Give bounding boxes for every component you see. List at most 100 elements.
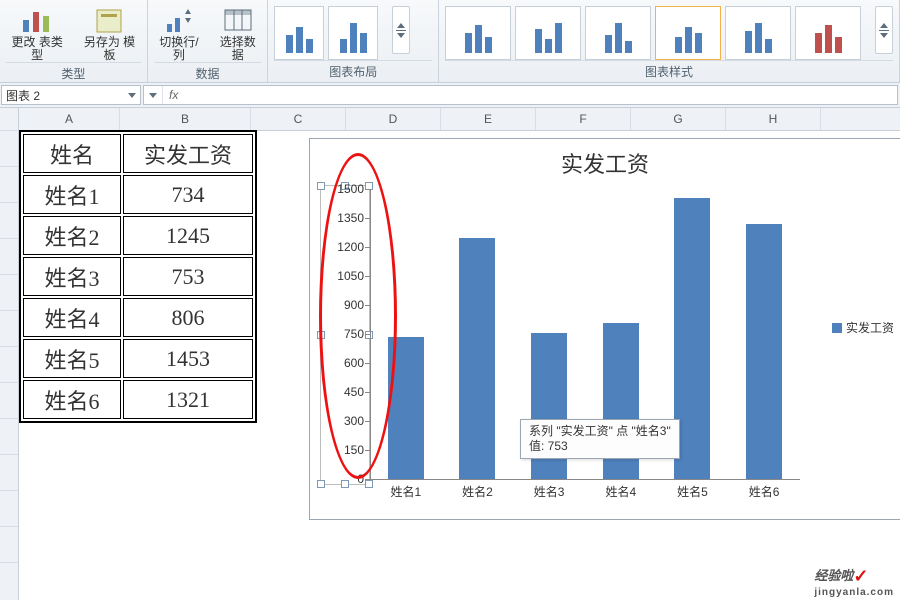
- table-row: 姓名51453: [23, 339, 253, 378]
- x-tick-label: 姓名2: [462, 483, 493, 500]
- y-tick-mark: [365, 334, 370, 335]
- col-G[interactable]: G: [631, 108, 726, 130]
- data-table[interactable]: 姓名实发工资 姓名1734 姓名21245 姓名3753 姓名4806 姓名51…: [19, 130, 257, 423]
- style-option[interactable]: [445, 6, 511, 60]
- style-option[interactable]: [515, 6, 581, 60]
- chart-tooltip: 系列 "实发工资" 点 "姓名3" 值: 753: [520, 419, 680, 459]
- style-option[interactable]: [795, 6, 861, 60]
- chart-y-axis[interactable]: 01503004506007509001050120013501500: [322, 189, 368, 479]
- y-tick-label: 1350: [337, 211, 364, 225]
- formula-bar: 图表 2 fx: [0, 83, 900, 108]
- x-tick-label: 姓名5: [677, 483, 708, 500]
- y-tick-mark: [365, 392, 370, 393]
- change-chart-type-button[interactable]: 更改 表类型: [6, 2, 68, 62]
- table-row: 姓名61321: [23, 380, 253, 419]
- y-tick-mark: [365, 421, 370, 422]
- col-C[interactable]: C: [251, 108, 346, 130]
- y-tick-mark: [365, 247, 370, 248]
- y-tick-label: 300: [344, 414, 364, 428]
- y-tick-label: 0: [357, 472, 364, 486]
- group-title-data: 数据: [154, 62, 262, 85]
- x-tick-label: 姓名4: [605, 483, 636, 500]
- embedded-chart[interactable]: 实发工资 01503004506007509001050120013501500…: [309, 138, 900, 520]
- layout-option[interactable]: [328, 6, 378, 60]
- group-title-layout: 图表布局: [274, 60, 432, 83]
- table-row: 姓名1734: [23, 175, 253, 214]
- y-tick-label: 1050: [337, 269, 364, 283]
- change-chart-type-label: 更改 表类型: [6, 36, 68, 62]
- chart-bar[interactable]: [459, 238, 495, 479]
- switch-row-col-icon: [163, 6, 195, 34]
- style-option[interactable]: [585, 6, 651, 60]
- col-B[interactable]: B: [120, 108, 251, 130]
- worksheet-area: A B C D E F G H 姓名实发工资 姓名1734 姓名21245 姓名…: [0, 108, 900, 600]
- fx-label: fx: [163, 88, 184, 102]
- ribbon-group-layout: 图表布局: [268, 0, 439, 82]
- col-H[interactable]: H: [726, 108, 821, 130]
- formula-expand-icon[interactable]: [144, 86, 163, 104]
- layout-option[interactable]: [274, 6, 324, 60]
- y-tick-label: 750: [344, 327, 364, 341]
- col-E[interactable]: E: [441, 108, 536, 130]
- select-data-button[interactable]: 选择数据: [214, 2, 261, 62]
- chevron-down-icon[interactable]: [128, 93, 136, 98]
- switch-row-col-label: 切换行/列: [154, 36, 205, 62]
- x-tick-label: 姓名6: [749, 483, 780, 500]
- x-tick-label: 姓名3: [534, 483, 565, 500]
- ribbon-group-data: 切换行/列 选择数据 数据: [148, 0, 269, 82]
- table-row: 姓名4806: [23, 298, 253, 337]
- style-gallery[interactable]: [445, 2, 861, 60]
- name-box-value: 图表 2: [6, 87, 40, 104]
- watermark: 经验啦✓ jingyanla.com: [814, 565, 894, 598]
- y-tick-mark: [365, 450, 370, 451]
- formula-input-area[interactable]: fx: [143, 85, 898, 105]
- group-title-style: 图表样式: [445, 60, 893, 83]
- select-data-icon: [222, 6, 254, 34]
- chart-bar[interactable]: [746, 224, 782, 479]
- switch-row-col-button[interactable]: 切换行/列: [154, 2, 205, 62]
- ribbon: 更改 表类型 另存为 模板 类型 切换行/列 选择数据 数据: [0, 0, 900, 83]
- save-template-icon: [93, 6, 125, 34]
- style-gallery-expander[interactable]: [875, 6, 893, 54]
- column-headers[interactable]: A B C D E F G H: [19, 108, 900, 131]
- chart-legend[interactable]: 实发工资: [832, 319, 894, 336]
- select-data-label: 选择数据: [214, 36, 261, 62]
- ribbon-group-style: 图表样式: [439, 0, 900, 82]
- col-D[interactable]: D: [346, 108, 441, 130]
- save-as-template-button[interactable]: 另存为 模板: [78, 2, 140, 62]
- tooltip-line2: 值: 753: [529, 439, 671, 454]
- name-box[interactable]: 图表 2: [1, 85, 141, 105]
- y-tick-mark: [365, 479, 370, 480]
- y-tick-label: 450: [344, 385, 364, 399]
- col-F[interactable]: F: [536, 108, 631, 130]
- row-headers[interactable]: [0, 108, 19, 600]
- check-icon: ✓: [853, 566, 868, 586]
- group-title-type: 类型: [6, 62, 141, 85]
- y-tick-mark: [365, 305, 370, 306]
- style-option[interactable]: [655, 6, 721, 60]
- watermark-url: jingyanla.com: [814, 587, 894, 598]
- chart-x-axis[interactable]: 姓名1姓名2姓名3姓名4姓名5姓名6: [370, 483, 800, 500]
- y-tick-label: 1500: [337, 182, 364, 196]
- chart-type-icon: [21, 6, 53, 34]
- chart-title[interactable]: 实发工资: [310, 139, 900, 183]
- y-tick-mark: [365, 218, 370, 219]
- chart-bar[interactable]: [388, 337, 424, 479]
- layout-gallery-expander[interactable]: [392, 6, 410, 54]
- legend-swatch: [832, 323, 842, 333]
- legend-label: 实发工资: [846, 319, 894, 336]
- x-axis-line: [370, 479, 800, 480]
- layout-gallery[interactable]: [274, 2, 378, 60]
- table-row: 姓名实发工资: [23, 134, 253, 173]
- y-tick-label: 600: [344, 356, 364, 370]
- y-tick-label: 150: [344, 443, 364, 457]
- col-A[interactable]: A: [19, 108, 120, 130]
- chart-bar[interactable]: [674, 198, 710, 479]
- y-tick-mark: [365, 189, 370, 190]
- y-tick-mark: [365, 363, 370, 364]
- style-option[interactable]: [725, 6, 791, 60]
- watermark-brand: 经验啦: [814, 568, 853, 583]
- y-tick-label: 1200: [337, 240, 364, 254]
- table-row: 姓名3753: [23, 257, 253, 296]
- save-as-template-label: 另存为 模板: [78, 36, 140, 62]
